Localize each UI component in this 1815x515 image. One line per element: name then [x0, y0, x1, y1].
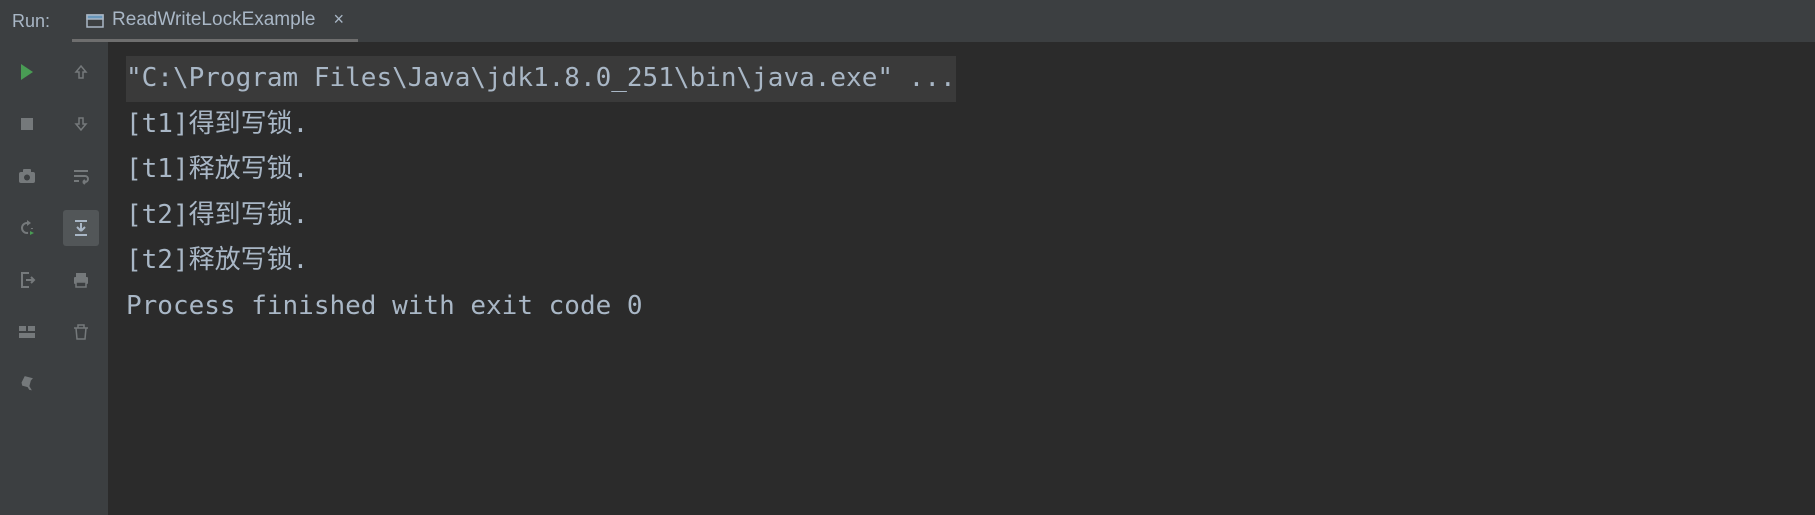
console-line: "C:\Program Files\Java\jdk1.8.0_251\bin\…	[126, 56, 956, 102]
exit-icon	[17, 270, 37, 290]
print-button[interactable]	[63, 262, 99, 298]
arrow-down-icon	[71, 114, 91, 134]
debug-restart-icon	[17, 218, 37, 238]
console-output[interactable]: "C:\Program Files\Java\jdk1.8.0_251\bin\…	[108, 42, 1815, 515]
stop-icon	[17, 114, 37, 134]
layout-button[interactable]	[9, 314, 45, 350]
close-icon[interactable]: ×	[334, 9, 345, 30]
sidebar-right	[54, 42, 108, 515]
run-panel-header: Run: ReadWriteLockExample ×	[0, 0, 1815, 42]
trash-button[interactable]	[63, 314, 99, 350]
run-icon	[17, 62, 37, 82]
sidebar-left	[0, 42, 54, 515]
up-button[interactable]	[63, 54, 99, 90]
run-label: Run:	[12, 11, 50, 32]
run-tab[interactable]: ReadWriteLockExample ×	[72, 0, 358, 42]
layout-icon	[17, 322, 37, 342]
camera-button[interactable]	[9, 158, 45, 194]
debug-restart-button[interactable]	[9, 210, 45, 246]
console-line: Process finished with exit code 0	[126, 284, 1815, 330]
run-button[interactable]	[9, 54, 45, 90]
console-line: [t2]释放写锁.	[126, 238, 1815, 284]
console-line: [t1]释放写锁.	[126, 147, 1815, 193]
down-button[interactable]	[63, 106, 99, 142]
arrow-up-icon	[71, 62, 91, 82]
run-panel-body: "C:\Program Files\Java\jdk1.8.0_251\bin\…	[0, 42, 1815, 515]
soft-wrap-icon	[71, 166, 91, 186]
trash-icon	[71, 322, 91, 342]
scroll-to-end-icon	[71, 218, 91, 238]
pin-button[interactable]	[9, 366, 45, 402]
console-line: [t1]得到写锁.	[126, 102, 1815, 148]
console-line: [t2]得到写锁.	[126, 193, 1815, 239]
application-icon	[86, 11, 104, 29]
stop-button[interactable]	[9, 106, 45, 142]
tab-label: ReadWriteLockExample	[112, 9, 315, 31]
pin-icon	[17, 374, 37, 394]
exit-button[interactable]	[9, 262, 45, 298]
print-icon	[71, 270, 91, 290]
soft-wrap-button[interactable]	[63, 158, 99, 194]
camera-icon	[17, 166, 37, 186]
scroll-to-end-button[interactable]	[63, 210, 99, 246]
